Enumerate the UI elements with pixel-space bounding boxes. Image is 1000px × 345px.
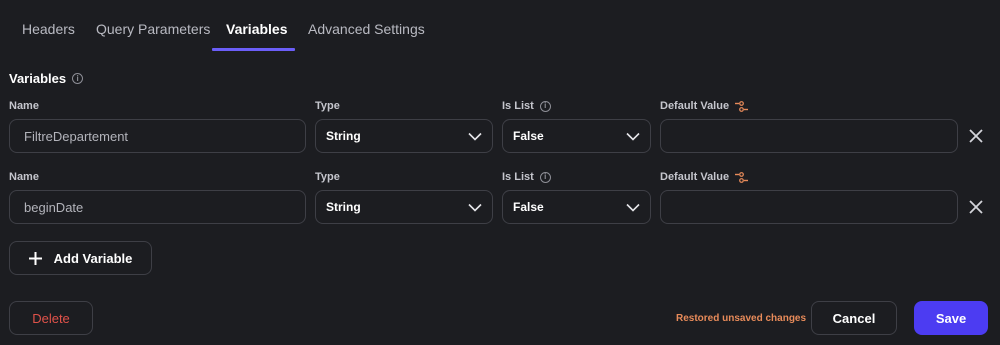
variable-is-list-select[interactable]: False [502, 119, 651, 153]
default-value-label: Default Value [660, 100, 749, 112]
variable-name-input[interactable]: FiltreDepartement [9, 119, 306, 153]
info-icon[interactable]: i [539, 100, 551, 112]
is-list-label: Is List i [502, 171, 551, 183]
variable-name-input[interactable]: beginDate [9, 190, 306, 224]
chevron-down-icon [626, 203, 640, 212]
variable-type-value: String [326, 129, 361, 143]
default-value-label-text: Default Value [660, 171, 730, 183]
chevron-down-icon [626, 132, 640, 141]
tab-headers[interactable]: Headers [22, 0, 75, 52]
tab-variables[interactable]: Variables [226, 0, 288, 52]
is-list-label-text: Is List [502, 100, 534, 112]
section-title: Variables i [9, 71, 84, 86]
chevron-down-icon [468, 132, 482, 141]
section-title-text: Variables [9, 71, 67, 86]
tab-advanced-settings[interactable]: Advanced Settings [308, 0, 425, 52]
default-value-label-text: Default Value [660, 100, 730, 112]
variable-is-list-select[interactable]: False [502, 190, 651, 224]
active-tab-indicator [212, 48, 295, 51]
chevron-down-icon [468, 203, 482, 212]
variable-default-value-input[interactable] [660, 119, 958, 153]
plus-icon [28, 251, 42, 265]
variable-default-value-input[interactable] [660, 190, 958, 224]
info-icon[interactable]: i [539, 171, 551, 183]
tune-icon[interactable] [735, 171, 749, 183]
save-button[interactable]: Save [914, 301, 988, 335]
variable-type-select[interactable]: String [315, 190, 493, 224]
variable-type-select[interactable]: String [315, 119, 493, 153]
variable-is-list-value: False [513, 129, 544, 143]
cancel-button[interactable]: Cancel [811, 301, 897, 335]
is-list-label: Is List i [502, 100, 551, 112]
close-icon [969, 129, 983, 143]
delete-button[interactable]: Delete [9, 301, 93, 335]
close-icon [969, 200, 983, 214]
variable-is-list-value: False [513, 200, 544, 214]
name-label: Name [9, 171, 39, 183]
tab-query-parameters[interactable]: Query Parameters [96, 0, 210, 52]
remove-variable-button[interactable] [966, 126, 986, 146]
default-value-label: Default Value [660, 171, 749, 183]
add-variable-label: Add Variable [53, 250, 133, 266]
remove-variable-button[interactable] [966, 197, 986, 217]
name-label: Name [9, 100, 39, 112]
tune-icon[interactable] [735, 100, 749, 112]
add-variable-button[interactable]: Add Variable [9, 241, 152, 275]
variable-type-value: String [326, 200, 361, 214]
info-icon[interactable]: i [72, 73, 84, 84]
type-label: Type [315, 100, 340, 112]
is-list-label-text: Is List [502, 171, 534, 183]
tab-bar: Headers Query Parameters Variables Advan… [0, 0, 1000, 52]
type-label: Type [315, 171, 340, 183]
unsaved-changes-status: Restored unsaved changes [676, 313, 807, 324]
